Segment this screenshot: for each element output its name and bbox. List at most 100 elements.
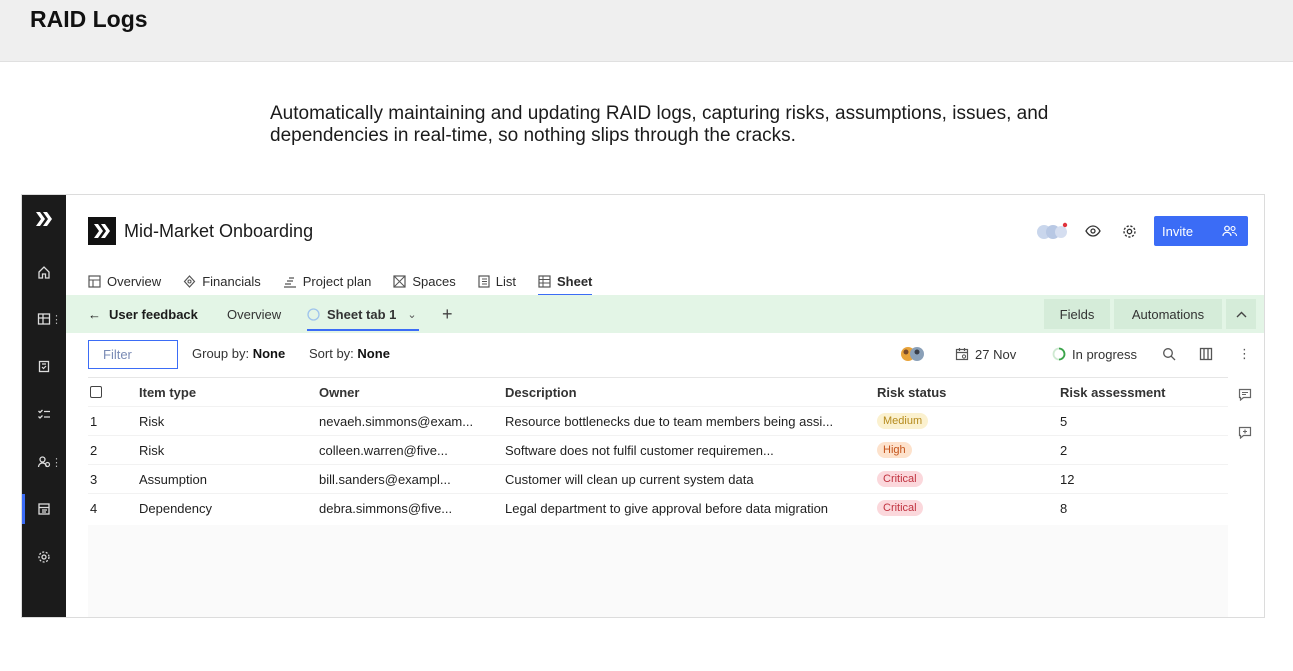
invite-label: Invite	[1162, 223, 1194, 239]
home-icon[interactable]	[22, 257, 66, 287]
description-cell[interactable]: Customer will clean up current system da…	[505, 472, 754, 487]
gear-icon[interactable]	[22, 542, 66, 572]
header-actions: Invite	[1036, 216, 1248, 246]
more-icon[interactable]: ⋮	[51, 313, 62, 326]
table-empty-area	[88, 525, 1228, 617]
circle-status-icon	[307, 307, 320, 321]
sheet-icon	[538, 274, 551, 288]
status-control[interactable]: In progress	[1052, 343, 1137, 365]
raid-table: Item type Owner Description Risk status …	[88, 377, 1228, 522]
arrow-left-icon: ←	[88, 306, 101, 322]
spaces-icon	[393, 274, 406, 288]
subtab-sheet-tab-1[interactable]: Sheet tab 1 ⌄	[307, 295, 419, 333]
due-date[interactable]: 27 Nov	[955, 343, 1016, 365]
checklist-icon[interactable]	[22, 399, 66, 429]
assessment-cell[interactable]: 12	[1060, 472, 1074, 487]
slide-header: RAID Logs	[0, 0, 1293, 62]
col-description[interactable]: Description	[505, 385, 577, 400]
col-owner[interactable]: Owner	[319, 385, 359, 400]
sort-by-control[interactable]: Sort by: None	[309, 346, 390, 361]
table-icon[interactable]: ⋮	[22, 304, 66, 334]
comment-icon[interactable]	[1234, 383, 1256, 405]
add-tab-icon[interactable]: +	[442, 295, 453, 333]
project-workspace: Mid-Market Onboarding Invite Overview Fi…	[66, 195, 1264, 617]
financials-icon	[183, 274, 196, 288]
select-all-checkbox[interactable]	[90, 386, 102, 398]
back-link[interactable]: ← User feedback	[88, 295, 198, 333]
description-cell[interactable]: Legal department to give approval before…	[505, 501, 828, 516]
assignee-avatars[interactable]	[900, 343, 926, 365]
description-cell[interactable]: Software does not fulfil customer requir…	[505, 443, 774, 458]
sheet-toolbar: Filter Group by: None Sort by: None 27 N…	[66, 333, 1264, 375]
nav-rail: ⋮ ⋮	[22, 195, 66, 617]
assessment-cell[interactable]: 5	[1060, 414, 1067, 429]
table-header: Item type Owner Description Risk status …	[88, 377, 1228, 406]
status-badge[interactable]: High	[877, 442, 912, 458]
project-title: Mid-Market Onboarding	[124, 220, 314, 241]
item-type-cell[interactable]: Risk	[139, 443, 164, 458]
table-row[interactable]: 3 Assumption bill.sanders@exampl... Cust…	[88, 464, 1228, 493]
assessment-cell[interactable]: 8	[1060, 501, 1067, 516]
tab-financials[interactable]: Financials	[183, 267, 261, 295]
table-row[interactable]: 4 Dependency debra.simmons@five... Legal…	[88, 493, 1228, 522]
item-type-cell[interactable]: Risk	[139, 414, 164, 429]
overview-icon	[88, 274, 101, 288]
owner-cell[interactable]: nevaeh.simmons@exam...	[319, 414, 473, 429]
row-side-actions	[1226, 377, 1264, 459]
owner-cell[interactable]: colleen.warren@five...	[319, 443, 448, 458]
tab-overview[interactable]: Overview	[88, 267, 161, 295]
people-icon[interactable]: ⋮	[22, 447, 66, 477]
calendar-icon	[955, 348, 969, 361]
status-badge[interactable]: Critical	[877, 471, 923, 487]
more-icon[interactable]: ⋮	[51, 456, 62, 469]
tab-spaces[interactable]: Spaces	[393, 267, 456, 295]
item-type-cell[interactable]: Assumption	[139, 472, 207, 487]
owner-cell[interactable]: bill.sanders@exampl...	[319, 472, 451, 487]
subtab-overview[interactable]: Overview	[227, 295, 281, 333]
col-risk-assessment[interactable]: Risk assessment	[1060, 385, 1166, 400]
col-item-type[interactable]: Item type	[139, 385, 196, 400]
slide-intro: Automatically maintaining and updating R…	[270, 103, 1049, 146]
list-icon	[478, 274, 490, 288]
row-number: 1	[90, 413, 98, 429]
project-tabs: Overview Financials Project plan Spaces …	[88, 267, 593, 296]
chevron-down-icon[interactable]: ⌄	[407, 308, 416, 321]
settings-gear-icon[interactable]	[1118, 220, 1140, 242]
eye-icon[interactable]	[1082, 220, 1104, 242]
invite-button[interactable]: Invite	[1154, 216, 1248, 246]
more-options-icon[interactable]: ⋮	[1238, 343, 1251, 365]
group-by-control[interactable]: Group by: None	[192, 346, 285, 361]
people-add-icon	[1222, 225, 1238, 237]
app-window: ⋮ ⋮ Mid-Market Onboarding Invite Overvie…	[21, 194, 1265, 618]
filter-input[interactable]: Filter	[88, 340, 178, 369]
status-badge[interactable]: Medium	[877, 413, 929, 429]
project-header: Mid-Market Onboarding	[88, 217, 313, 245]
sheet-subbar: ← User feedback Overview Sheet tab 1 ⌄ +…	[66, 295, 1264, 333]
status-badge[interactable]: Critical	[877, 500, 923, 516]
tab-sheet[interactable]: Sheet	[537, 267, 593, 296]
description-cell[interactable]: Resource bottlenecks due to team members…	[505, 414, 833, 429]
brand-logo-icon[interactable]	[30, 205, 58, 233]
owner-cell[interactable]: debra.simmons@five...	[319, 501, 452, 516]
columns-icon[interactable]	[1199, 343, 1213, 365]
clipboard-icon[interactable]	[22, 351, 66, 381]
row-number: 4	[90, 500, 98, 516]
search-icon[interactable]	[1162, 343, 1176, 365]
assessment-cell[interactable]: 2	[1060, 443, 1067, 458]
fields-button[interactable]: Fields	[1044, 299, 1110, 329]
row-number: 2	[90, 442, 98, 458]
add-comment-icon[interactable]	[1234, 421, 1256, 443]
automations-button[interactable]: Automations	[1114, 299, 1222, 329]
logs-icon[interactable]	[22, 494, 66, 524]
tab-project-plan[interactable]: Project plan	[283, 267, 371, 295]
tab-list[interactable]: List	[478, 267, 516, 295]
item-type-cell[interactable]: Dependency	[139, 501, 212, 516]
row-number: 3	[90, 471, 98, 487]
chevron-up-icon[interactable]	[1226, 299, 1256, 329]
table-row[interactable]: 2 Risk colleen.warren@five... Software d…	[88, 435, 1228, 464]
col-risk-status[interactable]: Risk status	[877, 385, 946, 400]
collaborators-avatars[interactable]	[1036, 222, 1068, 240]
slide-title: RAID Logs	[30, 6, 148, 32]
project-plan-icon	[283, 276, 296, 288]
table-row[interactable]: 1 Risk nevaeh.simmons@exam... Resource b…	[88, 406, 1228, 435]
